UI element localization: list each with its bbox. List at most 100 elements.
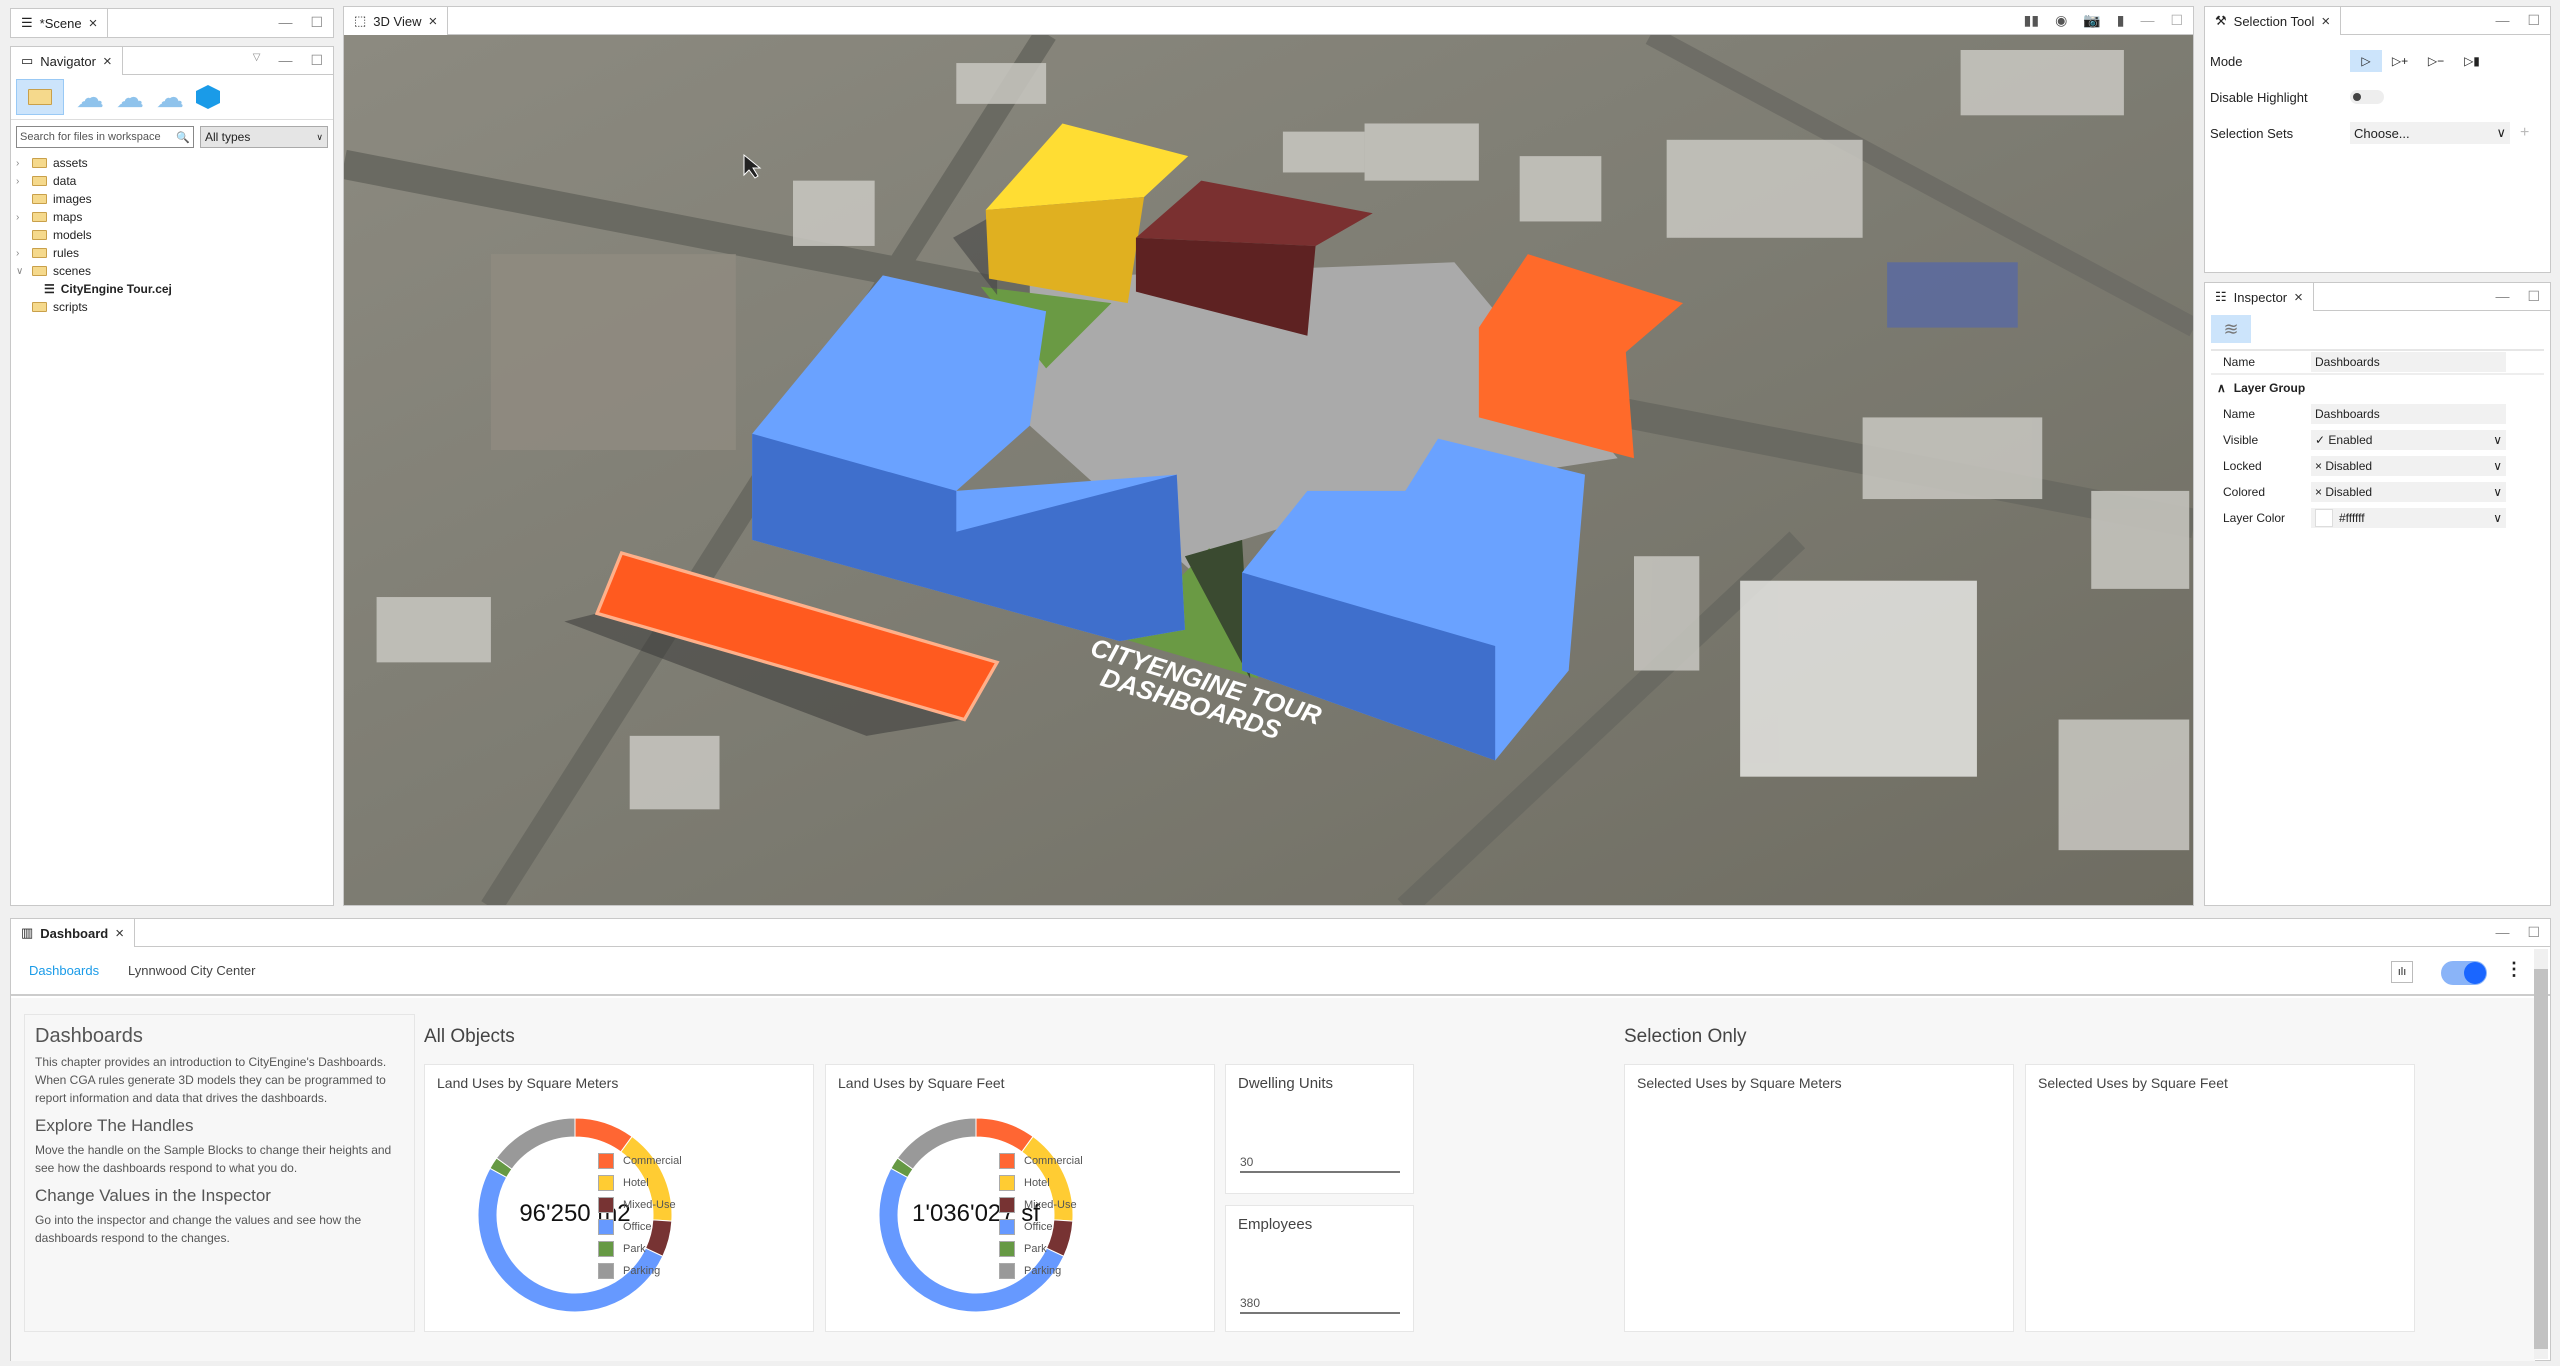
legend-item: Office	[598, 1218, 682, 1235]
camera-icon[interactable]: 📷	[2083, 12, 2100, 29]
legend-swatch	[999, 1262, 1015, 1279]
add-chart-button[interactable]: ılı	[2391, 961, 2413, 983]
folder-icon	[32, 302, 47, 312]
inspector-field[interactable]: ✓ Enabled ∨	[2311, 430, 2506, 450]
legend-swatch	[999, 1218, 1015, 1235]
tab-scene[interactable]: ☰ *Scene ×	[11, 9, 109, 37]
folder-icon[interactable]	[16, 79, 64, 115]
minimize-icon[interactable]: —	[278, 14, 292, 31]
maximize-icon[interactable]: ☐	[2527, 12, 2540, 29]
tree-item[interactable]: scripts	[16, 298, 333, 316]
3d-viewport[interactable]: CITYENGINE TOUR DASHBOARDS	[344, 35, 2193, 905]
tree-item[interactable]: › data	[16, 172, 333, 190]
layers-icon[interactable]: ▮▮	[2024, 12, 2039, 29]
tab-inspector[interactable]: ☷ Inspector ×	[2205, 283, 2314, 311]
maximize-icon[interactable]: ☐	[2170, 12, 2183, 29]
more-options-icon[interactable]: ⋮	[2505, 959, 2523, 980]
select-mode-button[interactable]: ▷	[2350, 50, 2382, 72]
donut-slice-parking[interactable]	[495, 1117, 576, 1170]
subtab-dashboards[interactable]: Dashboards	[29, 963, 99, 978]
tab-dashboard[interactable]: ▥ Dashboard ×	[11, 919, 135, 947]
eye-icon[interactable]: ◉	[2055, 12, 2067, 29]
collapse-icon[interactable]: ∧	[2217, 381, 2226, 395]
layers-icon: ☰	[21, 15, 33, 30]
close-icon[interactable]: ×	[89, 15, 98, 32]
inspector-field[interactable]: × Disabled ∨	[2311, 482, 2506, 502]
toggle-select-mode-button[interactable]: ▷▮	[2454, 54, 2490, 68]
tree-item[interactable]: › rules	[16, 244, 333, 262]
donut-slice-parking[interactable]	[896, 1117, 977, 1170]
minimize-icon[interactable]: —	[2140, 12, 2154, 29]
tree-item[interactable]: › maps	[16, 208, 333, 226]
sync-selection-toggle[interactable]	[2441, 961, 2487, 985]
type-filter-select[interactable]: All types ∨	[200, 126, 328, 148]
close-icon[interactable]: ×	[2321, 13, 2330, 30]
selection-only-heading: Selection Only	[1624, 1026, 1747, 1047]
inspector-field[interactable]: × Disabled ∨	[2311, 456, 2506, 476]
chevron-right-icon[interactable]: ›	[16, 248, 26, 259]
color-swatch[interactable]	[2315, 509, 2333, 527]
legend-swatch	[598, 1240, 614, 1257]
inspector-field[interactable]: Dashboards	[2311, 404, 2506, 424]
chart-legend: Commercial Hotel Mixed-Use Office Park Parkin…	[598, 1152, 682, 1279]
donut-slice-commercial[interactable]	[574, 1117, 633, 1153]
maximize-icon[interactable]: ☐	[310, 14, 323, 31]
selection-sets-select[interactable]: Choose... ∨	[2350, 122, 2510, 144]
chevron-down-icon: ∨	[2493, 433, 2502, 447]
close-icon[interactable]: ×	[428, 13, 437, 30]
bookmark-icon[interactable]: ▮	[2117, 12, 2125, 29]
donut-slice-commercial[interactable]	[975, 1117, 1034, 1153]
chevron-down-icon: ∨	[2493, 485, 2502, 499]
dashboard-content: Dashboards This chapter provides an intr…	[11, 998, 2535, 1361]
cloud-user-icon[interactable]: ☁	[76, 81, 104, 114]
3d-view-panel: ⬚ 3D View × ▮▮ ◉ 📷 ▮ — ☐ CITYENGINE TOUR DASHBO…	[343, 6, 2194, 906]
chevron-right-icon[interactable]: ›	[16, 158, 26, 169]
inspector-field[interactable]: #ffffff ∨	[2311, 508, 2506, 528]
subtab-lynnwood-city-center[interactable]: Lynnwood City Center	[128, 963, 255, 978]
disable-highlight-toggle[interactable]	[2350, 90, 2384, 104]
inspector-row: Locked × Disabled ∨	[2211, 453, 2544, 479]
add-select-mode-button[interactable]: ▷+	[2382, 54, 2418, 68]
chevron-down-icon[interactable]: ∨	[16, 266, 26, 277]
chevron-right-icon[interactable]: ›	[16, 212, 26, 223]
vertical-scrollbar[interactable]	[2534, 949, 2548, 1359]
inspector-row: Colored × Disabled ∨	[2211, 479, 2544, 505]
close-icon[interactable]: ×	[2294, 289, 2303, 306]
tab-navigator[interactable]: ▭ Navigator ×	[11, 47, 123, 75]
cloud-group-icon[interactable]: ☁	[116, 81, 144, 114]
remove-select-mode-button[interactable]: ▷−	[2418, 54, 2454, 68]
legend-item: Hotel	[999, 1174, 1083, 1191]
tree-item[interactable]: ☰ CityEngine Tour.cej	[16, 280, 333, 298]
scene-file-icon: ☰	[44, 282, 55, 296]
minimize-icon[interactable]: —	[2495, 288, 2509, 305]
maximize-icon[interactable]: ☐	[2527, 288, 2540, 305]
tab-3d-view[interactable]: ⬚ 3D View ×	[344, 7, 449, 35]
view-menu-icon[interactable]: ▽	[253, 52, 261, 69]
selected-uses-sqft-card: Selected Uses by Square Feet	[2025, 1064, 2415, 1332]
maximize-icon[interactable]: ☐	[310, 52, 323, 69]
layer-group-icon[interactable]: ≋	[2211, 315, 2251, 343]
add-selection-set-button[interactable]: +	[2520, 124, 2529, 142]
search-input[interactable]: Search for files in workspace 🔍	[16, 126, 194, 148]
tree-item[interactable]: ∨ scenes	[16, 262, 333, 280]
tree-item[interactable]: › assets	[16, 154, 333, 172]
tree-item[interactable]: images	[16, 190, 333, 208]
legend-swatch	[999, 1240, 1015, 1257]
close-icon[interactable]: ×	[115, 925, 124, 942]
minimize-icon[interactable]: —	[278, 52, 292, 69]
search-icon[interactable]: 🔍	[176, 131, 190, 144]
tree-item[interactable]: models	[16, 226, 333, 244]
minimize-icon[interactable]: —	[2495, 924, 2509, 941]
tab-selection-tool[interactable]: ⚒ Selection Tool ×	[2205, 7, 2342, 35]
name-field[interactable]: Dashboards	[2311, 352, 2506, 372]
cloud-icon[interactable]: ☁	[156, 81, 184, 114]
inspector-row: Layer Color #ffffff ∨	[2211, 505, 2544, 531]
maximize-icon[interactable]: ☐	[2527, 924, 2540, 941]
arcgis-urban-icon[interactable]	[196, 85, 220, 109]
close-icon[interactable]: ×	[103, 53, 112, 70]
chevron-right-icon[interactable]: ›	[16, 176, 26, 187]
dashboard-panel: ▥ Dashboard × — ☐ Dashboards Lynnwood City …	[10, 918, 2551, 1361]
folder-icon	[32, 230, 47, 240]
intro-card: Dashboards This chapter provides an intr…	[24, 1014, 415, 1332]
minimize-icon[interactable]: —	[2495, 12, 2509, 29]
